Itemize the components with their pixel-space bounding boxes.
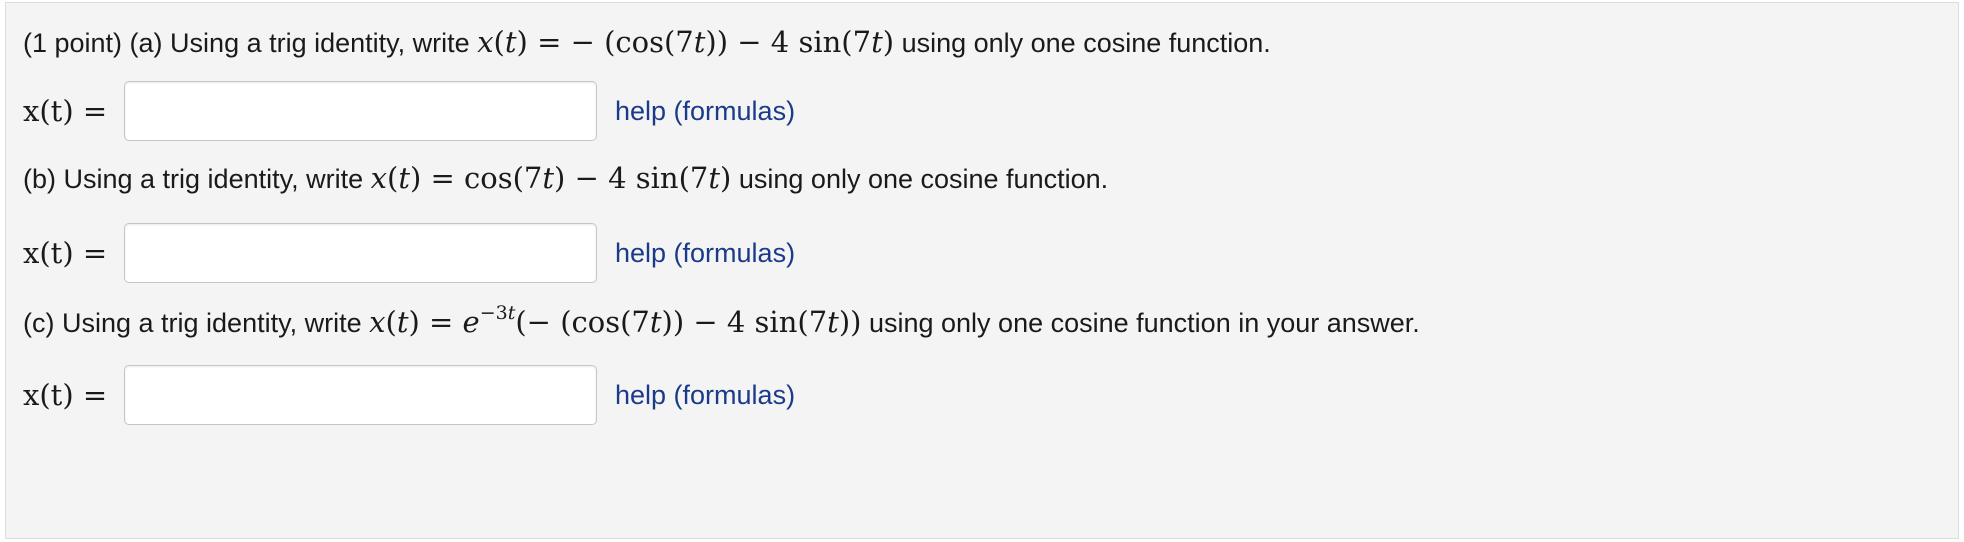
part-a-expression: x(t) = − (cos(7t)) − 4 sin(7t) [477, 25, 895, 59]
part-c-answer-label: x(t) = [23, 378, 108, 412]
part-c-help-link[interactable]: help (formulas) [615, 377, 795, 413]
part-a-answer-input[interactable] [124, 81, 597, 141]
part-a-answer-label: x(t) = [23, 94, 108, 128]
part-b-prompt: (b) Using a trig identity, write x(t) = … [23, 160, 1108, 197]
part-c-answer-input[interactable] [124, 365, 597, 425]
part-b-answer-input[interactable] [124, 223, 597, 283]
part-a-help-link[interactable]: help (formulas) [615, 93, 795, 129]
part-c-prompt: (c) Using a trig identity, write x(t) = … [23, 304, 1420, 341]
part-b-expression: x(t) = cos(7t) − 4 sin(7t) [370, 161, 732, 195]
part-b-answer-label: x(t) = [23, 236, 108, 270]
part-b-prefix: (b) Using a trig identity, write [23, 164, 364, 194]
part-a-prompt: (1 point) (a) Using a trig identity, wri… [23, 24, 1271, 61]
part-c-expression: x(t) = e−3t(− (cos(7t)) − 4 sin(7t)) [369, 302, 862, 340]
part-a-suffix: using only one cosine function. [901, 28, 1271, 58]
part-b-suffix: using only one cosine function. [738, 164, 1109, 194]
part-b-help-link[interactable]: help (formulas) [615, 235, 795, 271]
problem-container: (1 point) (a) Using a trig identity, wri… [5, 2, 1959, 539]
part-c-prefix: (c) Using a trig identity, write [23, 308, 362, 338]
part-c-suffix: using only one cosine function in your a… [868, 308, 1420, 338]
part-a-prefix: (1 point) (a) Using a trig identity, wri… [23, 28, 470, 58]
